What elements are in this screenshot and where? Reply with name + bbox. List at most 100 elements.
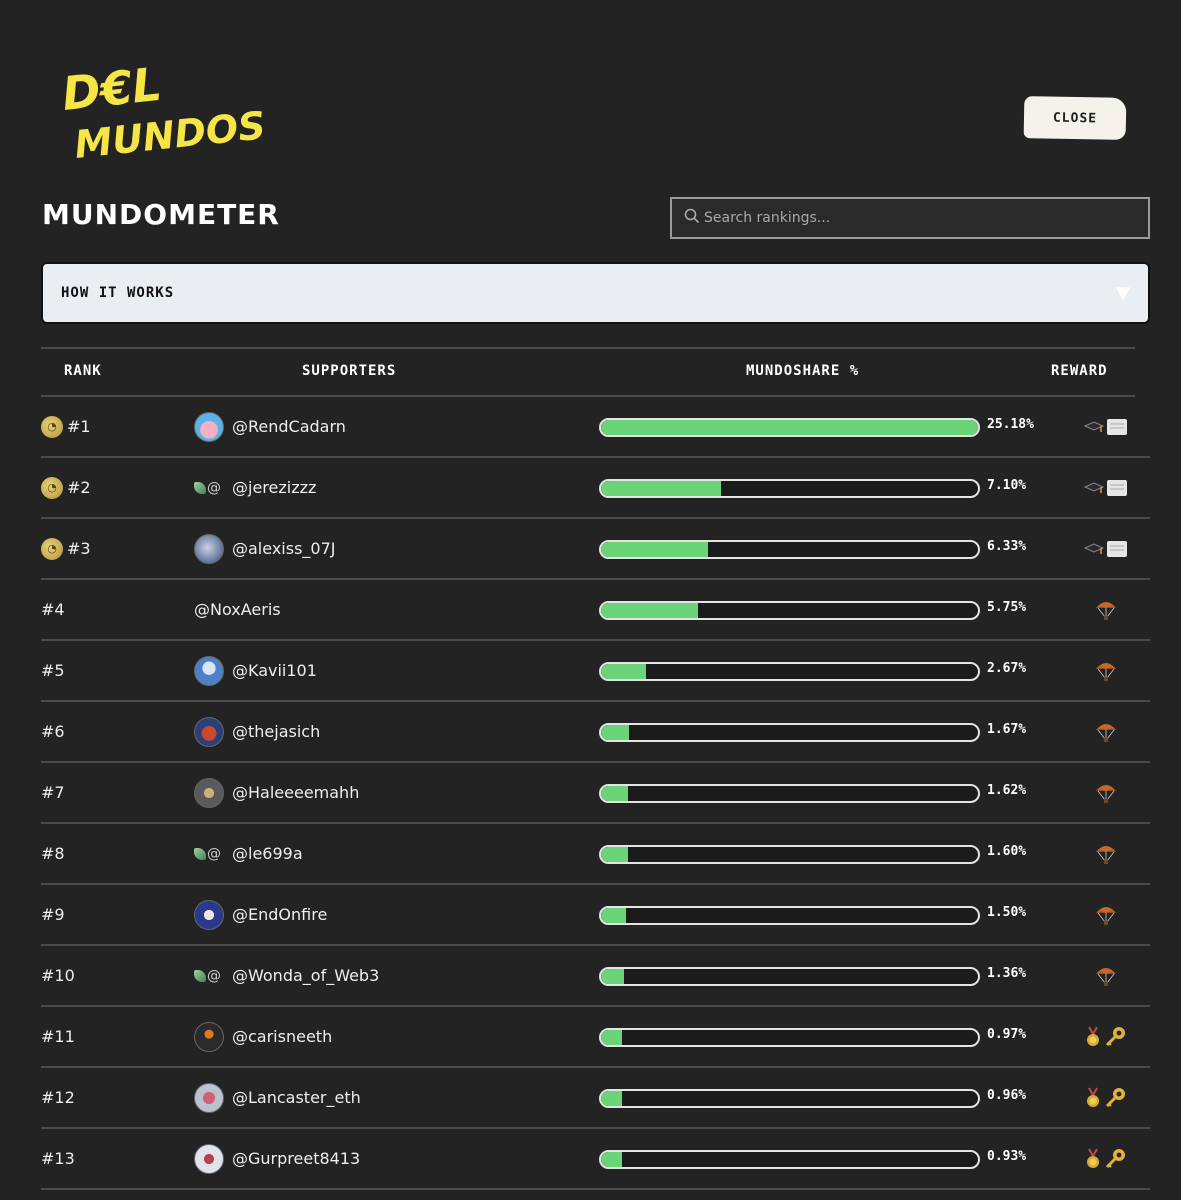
rank-label: #10 <box>41 966 75 985</box>
table-row[interactable]: #11 @carisneeth 0.97% <box>41 1007 1150 1068</box>
supporter-cell[interactable]: @ @jerezizzz <box>194 458 316 517</box>
rank-label: #7 <box>41 783 65 802</box>
share-percent: 1.60% <box>987 844 1027 859</box>
table-row[interactable]: #9 @EndOnfire 1.50% <box>41 885 1150 946</box>
share-progress-fill <box>601 908 627 923</box>
supporter-handle[interactable]: @jerezizzz <box>232 478 316 497</box>
supporter-handle[interactable]: @Haleeeemahh <box>232 783 359 802</box>
avatar <box>194 1143 224 1174</box>
how-it-works-label: HOW IT WORKS <box>61 285 175 301</box>
table-row[interactable]: #8 @ @le699a 1.60% <box>41 824 1150 885</box>
rank-label: #12 <box>41 1088 75 1107</box>
share-progress-bar <box>599 1089 980 1108</box>
rankings-table: ◔ #1 @RendCadarn 25.18% ◔ #2 @ @jerezizzz 7.10% ◔… <box>41 397 1150 1190</box>
rank-label: #11 <box>41 1027 75 1046</box>
share-progress-fill <box>601 481 722 496</box>
chevron-down-icon: ▼ <box>1116 282 1130 304</box>
medal-key-icon <box>1081 1129 1131 1188</box>
supporter-handle[interactable]: @RendCadarn <box>232 417 346 436</box>
share-percent: 1.62% <box>987 783 1027 798</box>
rank-label: #2 <box>67 478 91 497</box>
how-it-works-accordion[interactable]: HOW IT WORKS ▼ <box>41 262 1150 324</box>
broken-avatar-icon: @ <box>194 968 224 984</box>
rank-label: #3 <box>67 539 91 558</box>
table-row[interactable]: #4 @NoxAeris 5.75% <box>41 580 1150 641</box>
supporter-cell[interactable]: @Kavii101 <box>194 641 317 700</box>
avatar <box>194 655 224 686</box>
rank-cell: #9 <box>41 885 65 944</box>
avatar <box>194 1021 224 1052</box>
share-progress-bar <box>599 540 980 559</box>
share-percent: 1.36% <box>987 966 1027 981</box>
search-box[interactable] <box>670 197 1150 239</box>
supporter-cell[interactable]: @alexiss_07J <box>194 519 335 578</box>
table-row[interactable]: #7 @Haleeeemahh 1.62% <box>41 763 1150 824</box>
share-percent: 2.67% <box>987 661 1027 676</box>
table-row[interactable]: ◔ #3 @alexiss_07J 6.33% <box>41 519 1150 580</box>
rank-label: #13 <box>41 1149 75 1168</box>
rank-cell: #4 <box>41 580 65 639</box>
rank-cell: #7 <box>41 763 65 822</box>
share-progress-fill <box>601 603 699 618</box>
supporter-handle[interactable]: @EndOnfire <box>232 905 327 924</box>
supporter-cell[interactable]: @Gurpreet8413 <box>194 1129 360 1188</box>
graduate-scroll-icon <box>1081 519 1131 578</box>
share-percent: 1.67% <box>987 722 1027 737</box>
supporter-cell[interactable]: @EndOnfire <box>194 885 327 944</box>
supporter-handle[interactable]: @Lancaster_eth <box>232 1088 361 1107</box>
table-row[interactable]: #12 @Lancaster_eth 0.96% <box>41 1068 1150 1129</box>
search-input[interactable] <box>704 210 1148 226</box>
header-rank: RANK <box>64 363 102 379</box>
supporter-cell[interactable]: @ @le699a <box>194 824 303 883</box>
share-progress-fill <box>601 1030 623 1045</box>
supporter-handle[interactable]: @alexiss_07J <box>232 539 335 558</box>
share-progress-bar <box>599 601 980 620</box>
table-row[interactable]: #10 @ @Wonda_of_Web3 1.36% <box>41 946 1150 1007</box>
supporter-handle[interactable]: @le699a <box>232 844 303 863</box>
parachute-icon <box>1081 824 1131 883</box>
share-progress-fill <box>601 786 629 801</box>
share-progress-fill <box>601 1152 623 1167</box>
supporter-handle[interactable]: @Gurpreet8413 <box>232 1149 360 1168</box>
supporter-handle[interactable]: @Wonda_of_Web3 <box>232 966 379 985</box>
share-percent: 0.96% <box>987 1088 1027 1103</box>
share-percent: 0.93% <box>987 1149 1027 1164</box>
rank-cell: ◔ #1 <box>41 397 91 456</box>
supporter-handle[interactable]: @NoxAeris <box>194 600 281 619</box>
table-row[interactable]: #5 @Kavii101 2.67% <box>41 641 1150 702</box>
table-row[interactable]: #13 @Gurpreet8413 0.93% <box>41 1129 1150 1190</box>
supporter-cell[interactable]: @ @Wonda_of_Web3 <box>194 946 379 1005</box>
share-progress-fill <box>601 969 624 984</box>
share-progress-bar <box>599 1028 980 1047</box>
supporter-cell[interactable]: @thejasich <box>194 702 320 761</box>
rank-label: #8 <box>41 844 65 863</box>
supporter-cell[interactable]: @Lancaster_eth <box>194 1068 361 1127</box>
supporter-handle[interactable]: @Kavii101 <box>232 661 317 680</box>
supporter-cell[interactable]: @NoxAeris <box>194 580 281 639</box>
share-progress-fill <box>601 664 647 679</box>
share-percent: 7.10% <box>987 478 1027 493</box>
rank-cell: #12 <box>41 1068 75 1127</box>
brand-logo[interactable]: D€L MUNDOS <box>58 57 288 178</box>
rank-cell: #13 <box>41 1129 75 1188</box>
rank-cell: ◔ #2 <box>41 458 91 517</box>
table-row[interactable]: ◔ #2 @ @jerezizzz 7.10% <box>41 458 1150 519</box>
supporter-handle[interactable]: @thejasich <box>232 722 320 741</box>
supporter-cell[interactable]: @Haleeeemahh <box>194 763 359 822</box>
close-button[interactable]: CLOSE <box>1023 96 1127 140</box>
share-percent: 0.97% <box>987 1027 1027 1042</box>
supporter-cell[interactable]: @carisneeth <box>194 1007 332 1066</box>
logo-line1: D€L <box>60 58 165 121</box>
table-row[interactable]: #6 @thejasich 1.67% <box>41 702 1150 763</box>
share-percent: 1.50% <box>987 905 1027 920</box>
share-progress-bar <box>599 723 980 742</box>
share-progress-bar <box>599 845 980 864</box>
header-reward: REWARD <box>1051 363 1108 379</box>
rank-cell: #11 <box>41 1007 75 1066</box>
table-row[interactable]: ◔ #1 @RendCadarn 25.18% <box>41 397 1150 458</box>
header-mundoshare: MUNDOSHARE % <box>746 363 860 379</box>
supporter-handle[interactable]: @carisneeth <box>232 1027 332 1046</box>
share-progress-fill <box>601 1091 623 1106</box>
avatar <box>194 777 224 808</box>
supporter-cell[interactable]: @RendCadarn <box>194 397 346 456</box>
